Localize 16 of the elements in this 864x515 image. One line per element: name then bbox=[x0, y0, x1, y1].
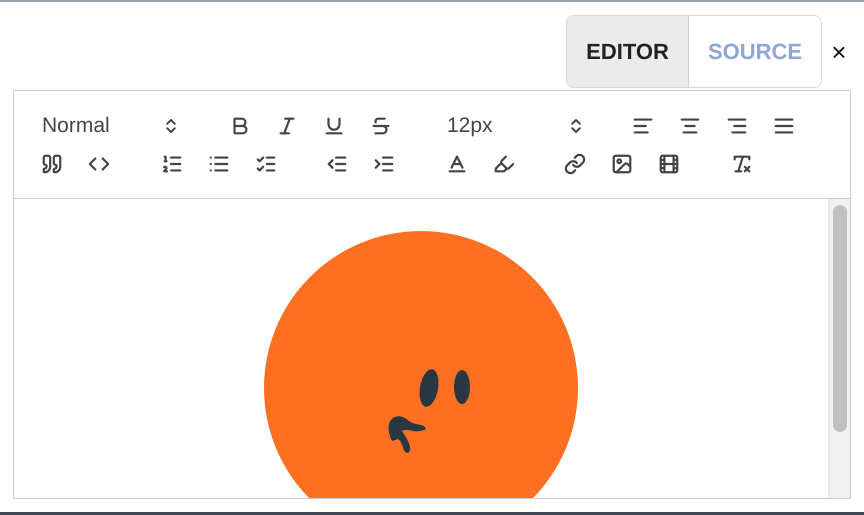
strikethrough-icon bbox=[370, 115, 392, 137]
text-color-icon bbox=[446, 153, 468, 175]
size-select[interactable]: 12px bbox=[431, 107, 599, 145]
scrollbar-thumb[interactable] bbox=[832, 205, 846, 432]
image-icon bbox=[610, 153, 632, 175]
ordered-list-icon bbox=[160, 153, 182, 175]
tab[interactable]: EDITOR bbox=[567, 16, 689, 87]
close-button[interactable]: × bbox=[825, 38, 853, 64]
link-icon bbox=[564, 153, 586, 175]
highlight-icon bbox=[492, 153, 514, 175]
underline-icon bbox=[322, 115, 344, 137]
clear-format-icon bbox=[730, 153, 752, 175]
header-select[interactable]: Normal bbox=[26, 107, 194, 145]
video-icon bbox=[658, 153, 680, 175]
scrollbar[interactable] bbox=[828, 199, 850, 498]
quote-icon bbox=[40, 153, 62, 175]
